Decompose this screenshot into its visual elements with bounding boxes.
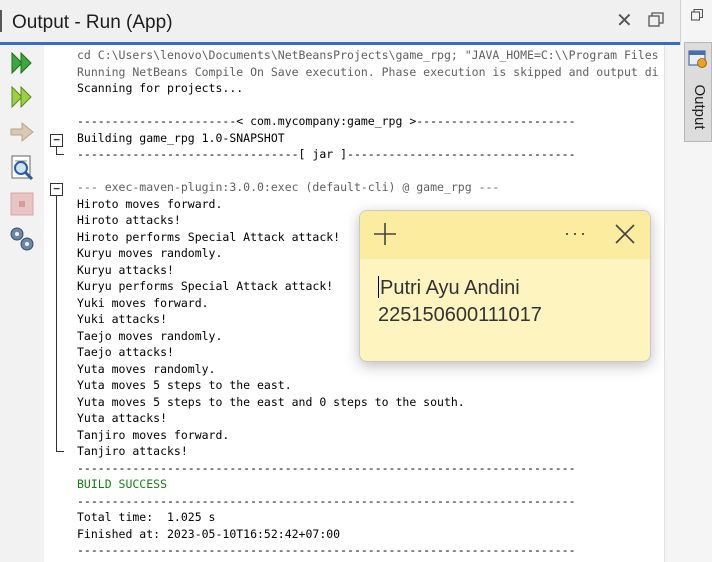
- console-line: Yuta moves 5 steps to the east.: [77, 378, 292, 392]
- console-line: BUILD SUCCESS: [77, 477, 168, 491]
- close-icon[interactable]: ✕: [616, 11, 633, 31]
- console-line: Yuta moves 5 steps to the east and 0 ste…: [77, 394, 465, 409]
- fold-line: [56, 195, 57, 451]
- output-toolbar: [0, 45, 45, 562]
- output-tab-label: Output: [691, 84, 708, 130]
- console-line: --------------------------------[ jar ]-…: [77, 147, 576, 161]
- console-line: Yuta attacks!: [77, 411, 168, 425]
- restore-window-icon[interactable]: [648, 12, 664, 28]
- close-note-icon[interactable]: [614, 223, 636, 245]
- console-line: Scanning for projects...: [77, 81, 244, 95]
- console-line: ----------------------------------------…: [77, 543, 576, 557]
- window-title: Output - Run (App): [0, 10, 173, 34]
- add-note-icon[interactable]: [372, 221, 398, 247]
- output-window-titlebar: Output - Run (App) ✕: [0, 0, 680, 45]
- console-line: --- exec-maven-plugin:3.0.0:exec (defaul…: [77, 180, 500, 194]
- console-line: ----------------------------------------…: [77, 493, 576, 508]
- stop-icon[interactable]: [8, 190, 36, 218]
- console-line: Total time: 1.025 s: [77, 510, 216, 524]
- fold-end: [56, 451, 64, 452]
- note-line-1: Putri Ayu Andini: [380, 277, 520, 299]
- more-options-icon[interactable]: ···: [564, 223, 588, 244]
- vertical-scrollbar[interactable]: [664, 45, 681, 562]
- window-title-text: Output - Run (App): [12, 12, 173, 33]
- console-line: ----------------------------------------…: [77, 460, 576, 475]
- stop-arrow-icon[interactable]: [8, 118, 36, 146]
- console-line: Running NetBeans Compile On Save executi…: [77, 64, 659, 79]
- output-tab-icon: [688, 50, 707, 68]
- rail-restore-icon[interactable]: [691, 9, 703, 21]
- sticky-note-text[interactable]: Putri Ayu Andini 225150600111017: [378, 275, 542, 329]
- console-line: Tanjiro attacks!: [77, 444, 188, 458]
- console-line: Tanjiro moves forward.: [77, 427, 230, 442]
- sticky-note[interactable]: ··· Putri Ayu Andini 225150600111017: [359, 210, 651, 362]
- console-line: Building game_rpg 1.0-SNAPSHOT: [77, 130, 285, 145]
- sticky-note-header[interactable]: ···: [360, 211, 650, 259]
- console-line: Yuta moves randomly.: [77, 361, 216, 376]
- console-line: cd C:\Users\lenovo\Documents\NetBeansPro…: [77, 48, 659, 62]
- rerun-icon[interactable]: [8, 49, 36, 77]
- text-caret: [378, 276, 379, 298]
- note-line-2: 225150600111017: [378, 304, 542, 326]
- console-line: Finished at: 2023-05-10T16:52:42+07:00: [77, 526, 341, 541]
- rerun-with-options-icon[interactable]: [8, 83, 36, 111]
- fold-line: [56, 146, 57, 154]
- settings-icon[interactable]: [8, 225, 36, 253]
- find-icon[interactable]: [8, 153, 36, 181]
- console-line: -----------------------< com.mycompany:g…: [77, 114, 576, 128]
- fold-end: [56, 154, 64, 155]
- tab-edge: [0, 10, 6, 32]
- fold-gutter: [44, 45, 70, 562]
